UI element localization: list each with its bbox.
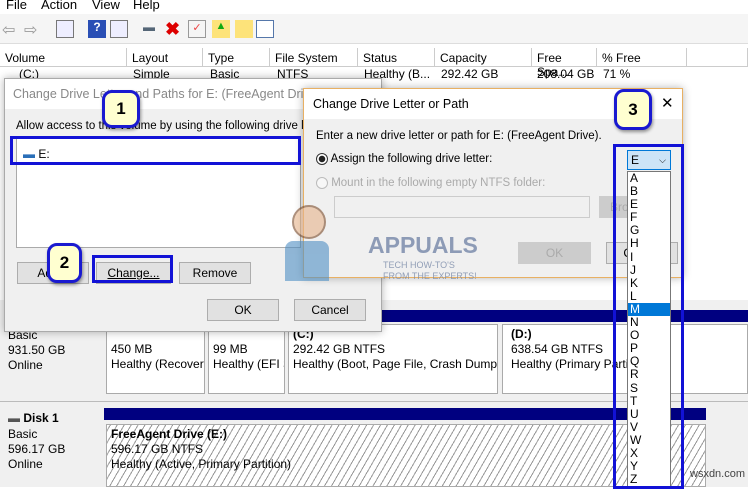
- properties-icon[interactable]: ✓: [188, 20, 206, 38]
- highlight-drive-item: [10, 136, 301, 165]
- close-icon[interactable]: ✕: [661, 94, 674, 112]
- ok-button[interactable]: OK: [207, 299, 279, 321]
- cell-free: 208.04 GB: [537, 67, 595, 81]
- cell-capacity: 292.42 GB: [441, 67, 499, 81]
- mount-radio[interactable]: Mount in the following empty NTFS folder…: [316, 177, 545, 189]
- col-layout[interactable]: Layout: [127, 48, 203, 67]
- disk-1-size: 596.17 GB: [8, 442, 66, 456]
- partition-size: 292.42 GB NTFS: [293, 342, 386, 356]
- col-volume[interactable]: Volume: [0, 48, 127, 67]
- partition-efi[interactable]: 99 MBHealthy (EFI System Partition): [208, 324, 285, 394]
- disk-1-status: Online: [8, 457, 43, 471]
- menu-action[interactable]: Action: [41, 0, 77, 12]
- help-icon[interactable]: ?: [88, 20, 106, 38]
- back-icon[interactable]: ⇦: [2, 20, 20, 39]
- highlight-change-button: [92, 255, 173, 283]
- action-pane-icon[interactable]: [110, 20, 128, 38]
- partition-size: 99 MB: [213, 342, 248, 356]
- search-folder-icon[interactable]: [235, 20, 253, 38]
- mount-label: Mount in the following empty NTFS folder…: [331, 177, 546, 190]
- highlight-letter-dropdown: [613, 144, 684, 489]
- callout-2: 2: [47, 243, 82, 283]
- menu-view[interactable]: View: [92, 0, 120, 12]
- forward-icon[interactable]: ⇨: [24, 20, 42, 39]
- cancel-button[interactable]: Cancel: [294, 299, 366, 321]
- watermark-brand: APPUALS: [368, 232, 478, 258]
- ok-button[interactable]: OK: [518, 242, 591, 264]
- partition-c[interactable]: (C:) 292.42 GB NTFS Healthy (Boot, Page Fi…: [288, 324, 498, 394]
- disk-icon: ▬: [8, 411, 20, 425]
- console-tree-icon[interactable]: [56, 20, 74, 38]
- col-percent-free[interactable]: % Free: [597, 48, 687, 67]
- cell-percent: 71 %: [603, 67, 631, 81]
- disk-1-name-text: Disk 1: [23, 411, 59, 425]
- col-file-system[interactable]: File System: [270, 48, 358, 67]
- assign-radio[interactable]: Assign the following drive letter:: [316, 153, 492, 165]
- disk-0-size: 931.50 GB: [8, 343, 66, 357]
- partition-status: Healthy (Boot, Page File, Crash Dump: [293, 357, 498, 371]
- partition-status: Healthy (EFI System Partition): [213, 357, 284, 371]
- partition-size: 450 MB: [111, 342, 153, 356]
- radio-unchecked-icon: [316, 177, 328, 189]
- watermark-tagline: TECH HOW-TO'S FROM THE EXPERTS!: [383, 260, 477, 281]
- folder-up-icon[interactable]: ▲: [212, 20, 230, 38]
- col-type[interactable]: Type: [203, 48, 270, 67]
- menu-help[interactable]: Help: [133, 0, 160, 12]
- connect-drive-icon[interactable]: ▬: [143, 20, 161, 38]
- folder-path-input[interactable]: [334, 196, 590, 218]
- appuals-logo: [280, 205, 340, 285]
- menu-file[interactable]: File: [6, 0, 27, 12]
- checklist-icon[interactable]: [256, 20, 274, 38]
- access-label: Allow access to this volume by using the…: [16, 120, 327, 132]
- disk-0-status: Online: [8, 358, 43, 372]
- watermark-site: wsxdn.com: [690, 468, 746, 480]
- disk-1-name: ▬ Disk 1: [8, 411, 59, 426]
- callout-3: 3: [614, 89, 652, 130]
- col-capacity[interactable]: Capacity: [435, 48, 532, 67]
- col-free-space[interactable]: Free Spa...: [532, 48, 597, 79]
- radio-checked-icon: [316, 153, 328, 165]
- remove-button[interactable]: Remove: [179, 262, 251, 284]
- partition-status: Healthy (Recovery Partition): [111, 357, 205, 371]
- delete-icon[interactable]: ✖: [165, 20, 183, 38]
- assign-label: Assign the following drive letter:: [330, 153, 493, 166]
- partition-recovery[interactable]: 450 MBHealthy (Recovery Partition): [106, 324, 205, 394]
- col-status[interactable]: Status: [358, 48, 435, 67]
- intro-text: Enter a new drive letter or path for E: …: [316, 130, 602, 142]
- disk-1-type: Basic: [8, 427, 38, 441]
- callout-1: 1: [102, 90, 140, 128]
- col-empty: [687, 48, 748, 67]
